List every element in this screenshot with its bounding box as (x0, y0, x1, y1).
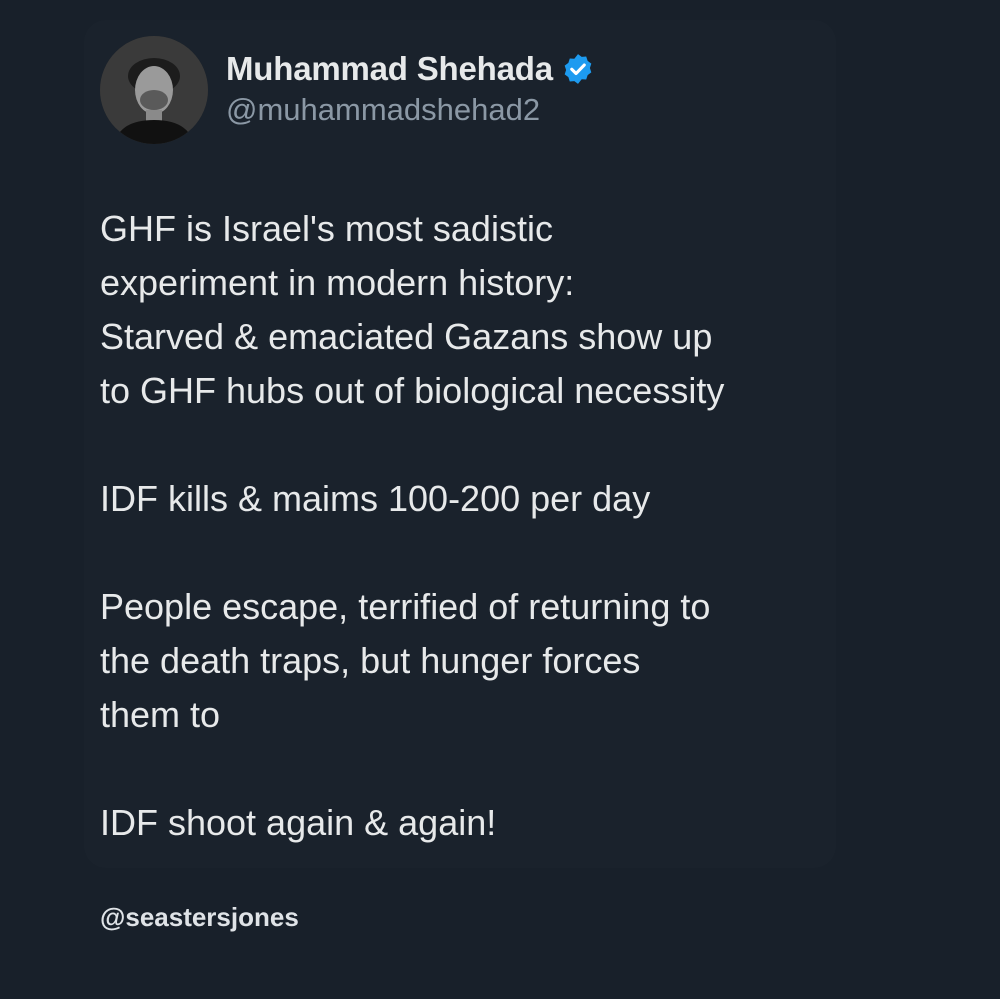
verified-badge-icon (561, 52, 595, 86)
tweet-paragraph: IDF kills & maims 100-200 per day (100, 478, 651, 519)
author-name-row: Muhammad Shehada (226, 48, 595, 90)
author-handle[interactable]: @muhammadshehad2 (226, 92, 540, 128)
avatar-photo (100, 36, 208, 144)
tweet-paragraph: People escape, terrified of returning to… (100, 586, 711, 735)
tweet-paragraph: GHF is Israel's most sadistic experiment… (100, 208, 725, 411)
watermark-handle: @seastersjones (100, 902, 299, 932)
tweet-body: GHF is Israel's most sadistic experiment… (100, 202, 825, 850)
avatar[interactable] (100, 36, 208, 144)
author-display-name[interactable]: Muhammad Shehada (226, 50, 553, 88)
tweet-paragraph: IDF shoot again & again! (100, 802, 497, 843)
